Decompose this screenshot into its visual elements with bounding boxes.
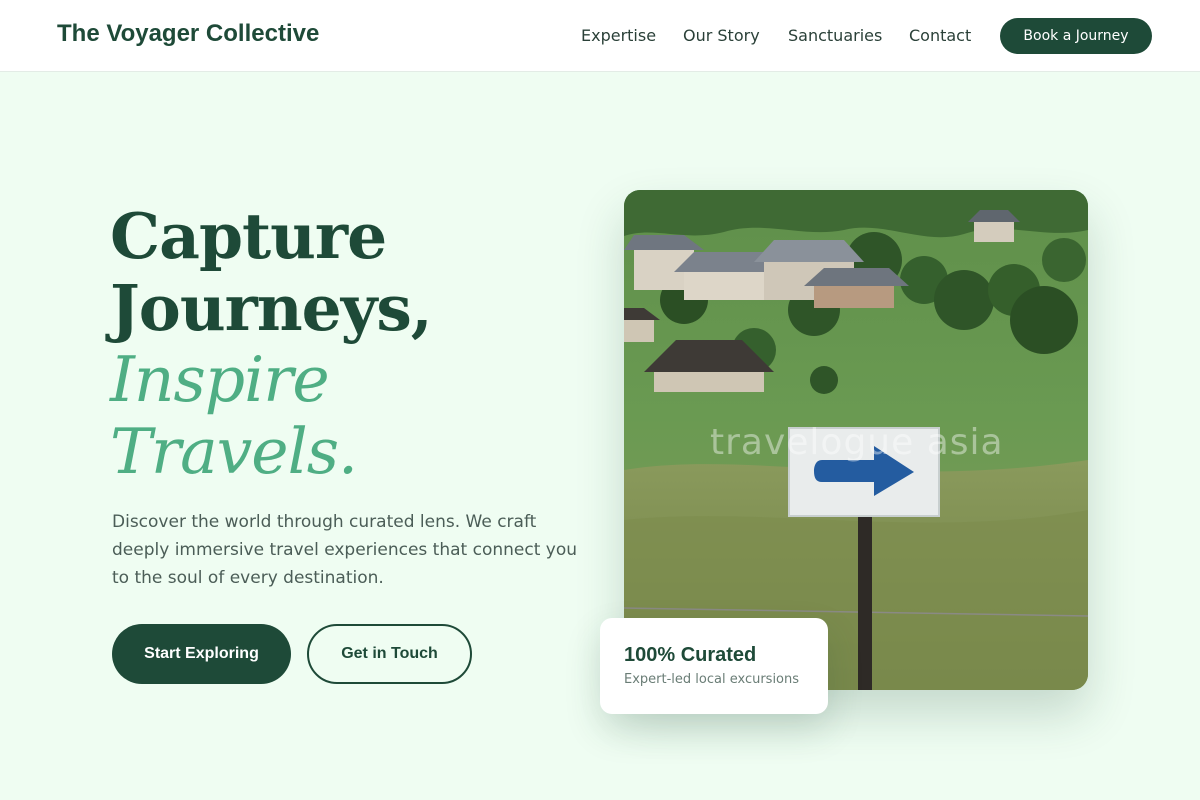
headline-line-1: Capture: [110, 199, 387, 273]
hero-headline: Capture Journeys, Inspire Travels.: [110, 199, 433, 488]
start-exploring-button[interactable]: Start Exploring: [112, 624, 291, 684]
book-journey-button[interactable]: Book a Journey: [1000, 18, 1152, 54]
image-watermark: travelogue asia: [710, 422, 1004, 463]
get-in-touch-button[interactable]: Get in Touch: [307, 624, 472, 684]
stat-title: 100% Curated: [624, 644, 757, 666]
nav-link-our-story[interactable]: Our Story: [683, 26, 760, 45]
hero-description: Discover the world through curated lens.…: [112, 512, 578, 588]
navbar: The Voyager Collective Expertise Our Sto…: [0, 0, 1200, 72]
brand-logo[interactable]: The Voyager Collective: [57, 20, 319, 48]
stat-card: 100% Curated Expert-led local excursions: [600, 618, 828, 714]
hero-image: travelogue asia: [624, 190, 1088, 690]
stat-subtitle: Expert-led local excursions: [624, 672, 800, 687]
headline-accent-line-1: Inspire: [110, 343, 330, 416]
headline-accent-line-2: Travels.: [110, 415, 358, 488]
nav-link-expertise[interactable]: Expertise: [581, 26, 656, 45]
nav-link-contact[interactable]: Contact: [909, 26, 971, 45]
headline-line-2: Journeys,: [110, 271, 433, 345]
nav-link-sanctuaries[interactable]: Sanctuaries: [788, 26, 882, 45]
